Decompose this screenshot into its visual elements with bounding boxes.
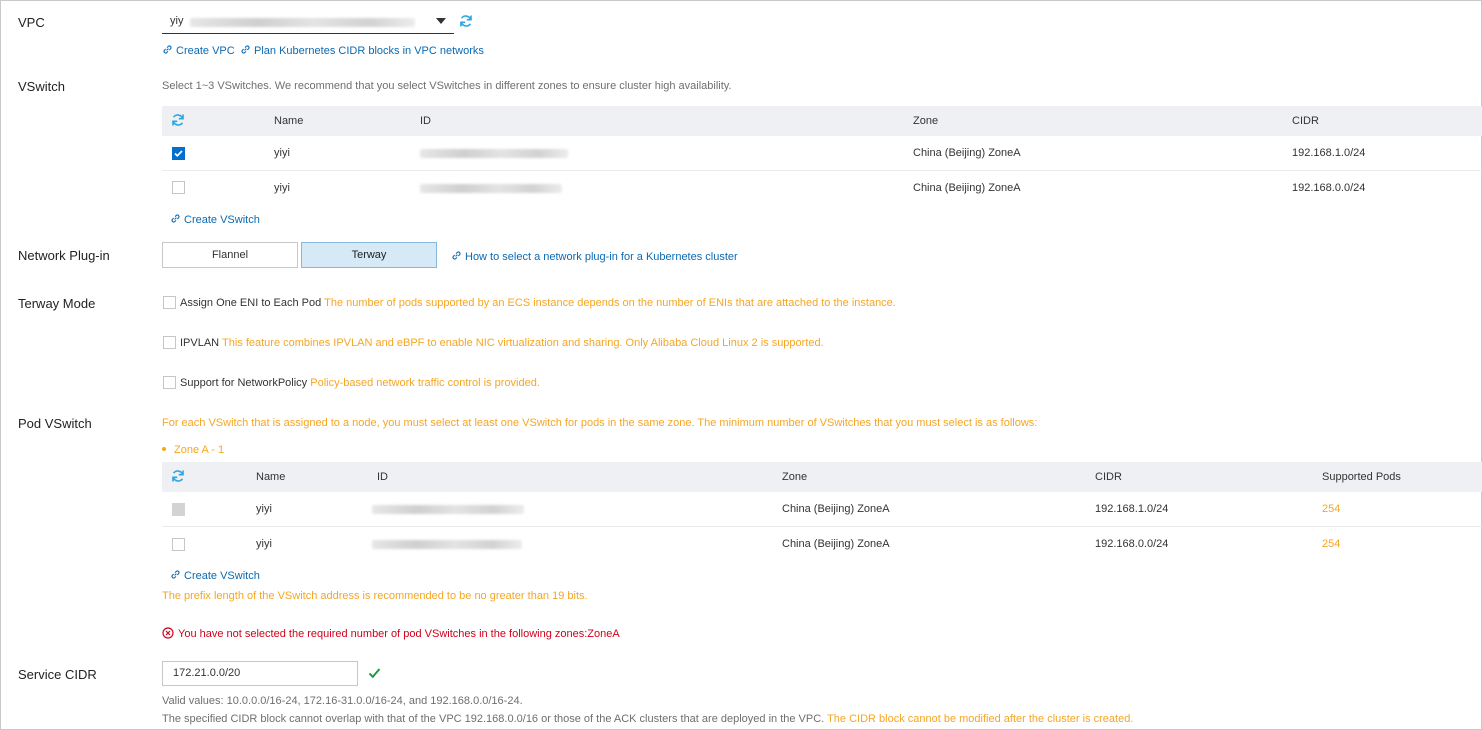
column-header-name: Name — [256, 471, 286, 483]
prefix-length-note: The prefix length of the VSwitch address… — [162, 590, 588, 602]
create-pod-vswitch-text: Create VSwitch — [184, 570, 260, 582]
ipvlan-checkbox[interactable] — [163, 336, 176, 349]
pod-vswitch-row-checkbox[interactable] — [172, 538, 185, 551]
service-cidr-overlap-note: The specified CIDR block cannot overlap … — [162, 713, 825, 725]
link-icon — [452, 251, 461, 260]
plan-cidr-text: Plan Kubernetes CIDR blocks in VPC netwo… — [254, 45, 484, 57]
column-header-id: ID — [377, 471, 388, 483]
table-cell-name: yiyi — [274, 147, 290, 159]
pod-vswitch-hint: For each VSwitch that is assigned to a n… — [162, 417, 1038, 429]
table-cell-zone: China (Beijing) ZoneA — [782, 538, 890, 550]
table-cell-zone: China (Beijing) ZoneA — [782, 503, 890, 515]
create-vpc-link[interactable]: Create VPC — [162, 44, 235, 57]
zone-requirement-item: Zone A - 1 — [162, 444, 224, 456]
check-icon — [368, 668, 381, 679]
table-cell-cidr: 192.168.0.0/24 — [1292, 182, 1366, 194]
column-header-supported-pods: Supported Pods — [1322, 471, 1401, 483]
create-vswitch-text: Create VSwitch — [184, 214, 260, 226]
vswitch-label: VSwitch — [18, 79, 65, 94]
table-cell-supported-pods: 254 — [1322, 503, 1341, 515]
vswitch-table-header — [162, 106, 1482, 136]
networkpolicy-checkbox[interactable] — [163, 376, 176, 389]
service-cidr-immutable-note: The CIDR block cannot be modified after … — [827, 713, 1134, 725]
eni-per-pod-checkbox[interactable] — [163, 296, 176, 309]
plugin-help-link[interactable]: How to select a network plug-in for a Ku… — [451, 250, 738, 263]
plugin-option-flannel[interactable]: Flannel — [162, 242, 298, 268]
terway-mode-label: Terway Mode — [18, 296, 96, 311]
link-icon — [171, 214, 180, 223]
column-header-id: ID — [420, 115, 431, 127]
create-vpc-text: Create VPC — [176, 45, 235, 57]
table-cell-id-redacted — [420, 149, 568, 158]
link-icon — [163, 45, 172, 54]
eni-per-pod-label: Assign One ENI to Each Pod — [180, 297, 322, 309]
row-divider — [162, 526, 1482, 527]
refresh-icon[interactable] — [171, 469, 185, 483]
link-icon — [241, 45, 250, 54]
column-header-name: Name — [274, 115, 304, 127]
zone-requirement-text: Zone A - 1 — [174, 444, 225, 456]
row-divider — [162, 170, 1482, 171]
table-cell-cidr: 192.168.1.0/24 — [1292, 147, 1366, 159]
vswitch-row-checkbox[interactable] — [172, 181, 185, 194]
check-icon — [174, 150, 183, 158]
table-cell-name: yiyi — [274, 182, 290, 194]
plugin-help-text: How to select a network plug-in for a Ku… — [465, 251, 738, 263]
error-circle-icon — [162, 627, 174, 639]
link-icon — [171, 570, 180, 579]
column-header-zone: Zone — [913, 115, 939, 127]
pod-vswitch-row-checkbox[interactable] — [172, 503, 185, 516]
vswitch-hint: Select 1~3 VSwitches. We recommend that … — [162, 80, 732, 92]
create-vswitch-link[interactable]: Create VSwitch — [170, 213, 260, 226]
table-cell-zone: China (Beijing) ZoneA — [913, 182, 1021, 194]
plugin-option-terway[interactable]: Terway — [301, 242, 437, 268]
vswitch-row-checkbox[interactable] — [172, 147, 185, 160]
plan-cidr-link[interactable]: Plan Kubernetes CIDR blocks in VPC netwo… — [240, 44, 484, 57]
networkpolicy-label: Support for NetworkPolicy — [180, 377, 308, 389]
networkpolicy-option: Support for NetworkPolicy Policy-based n… — [180, 377, 540, 389]
eni-per-pod-option: Assign One ENI to Each Pod The number of… — [180, 297, 896, 309]
table-cell-cidr: 192.168.1.0/24 — [1095, 503, 1169, 515]
pod-vswitch-label: Pod VSwitch — [18, 416, 92, 431]
pod-vswitch-error-text: You have not selected the required numbe… — [178, 628, 620, 640]
table-cell-name: yiyi — [256, 538, 272, 550]
create-pod-vswitch-link[interactable]: Create VSwitch — [170, 569, 260, 582]
column-header-cidr: CIDR — [1292, 115, 1319, 127]
table-cell-zone: China (Beijing) ZoneA — [913, 147, 1021, 159]
pod-vswitch-error: You have not selected the required numbe… — [162, 627, 620, 640]
table-cell-cidr: 192.168.0.0/24 — [1095, 538, 1169, 550]
bullet — [162, 447, 166, 451]
eni-per-pod-note: The number of pods supported by an ECS i… — [324, 297, 896, 309]
refresh-icon[interactable] — [171, 113, 185, 127]
network-plugin-label: Network Plug-in — [18, 248, 110, 263]
service-cidr-input[interactable]: 172.21.0.0/20 — [162, 661, 358, 686]
table-cell-id-redacted — [372, 505, 524, 514]
ipvlan-note: This feature combines IPVLAN and eBPF to… — [222, 337, 824, 349]
service-cidr-label: Service CIDR — [18, 667, 97, 682]
networkpolicy-note: Policy-based network traffic control is … — [310, 377, 540, 389]
refresh-icon[interactable] — [459, 14, 473, 28]
vpc-select[interactable]: yiy — [162, 10, 454, 34]
service-cidr-notes: The specified CIDR block cannot overlap … — [162, 713, 1133, 725]
chevron-down-icon — [436, 18, 446, 24]
table-cell-id-redacted — [372, 540, 522, 549]
table-cell-supported-pods: 254 — [1322, 538, 1341, 550]
pod-vswitch-table-header — [162, 462, 1482, 492]
ipvlan-option: IPVLAN This feature combines IPVLAN and … — [180, 337, 824, 349]
table-cell-id-redacted — [420, 184, 562, 193]
column-header-cidr: CIDR — [1095, 471, 1122, 483]
service-cidr-valid-values: Valid values: 10.0.0.0/16-24, 172.16-31.… — [162, 695, 523, 707]
ipvlan-label: IPVLAN — [180, 337, 220, 349]
table-cell-name: yiyi — [256, 503, 272, 515]
vpc-selected-value: yiy — [170, 15, 184, 27]
vpc-redacted-value — [190, 18, 415, 27]
column-header-zone: Zone — [782, 471, 808, 483]
vpc-label: VPC — [18, 15, 45, 30]
